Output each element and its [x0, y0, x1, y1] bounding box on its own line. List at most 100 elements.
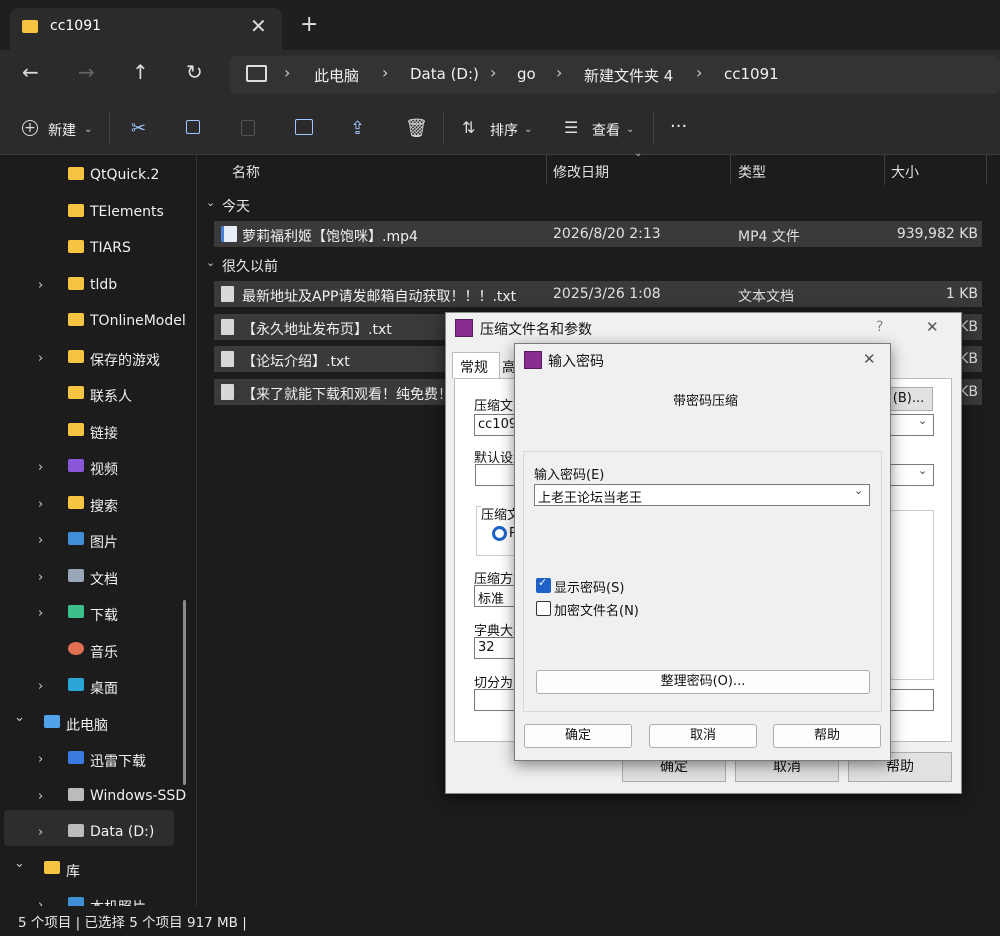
format-radio-selected[interactable]: [492, 526, 507, 541]
sidebar-item[interactable]: › 视频: [6, 451, 176, 485]
enter-password-label: 输入密码(E): [534, 468, 605, 483]
folder-icon: [22, 20, 38, 33]
sidebar-item[interactable]: 链接: [6, 415, 176, 449]
column-divider: [884, 155, 885, 185]
chevron-down-icon[interactable]: ⌄: [854, 484, 863, 497]
options-group: [890, 510, 934, 680]
rename-icon[interactable]: [295, 119, 313, 135]
chevron-right-icon[interactable]: ›: [38, 497, 43, 512]
chevron-right-icon[interactable]: ›: [38, 679, 43, 694]
encrypt-filenames-checkbox[interactable]: [536, 601, 551, 616]
column-header-date[interactable]: 修改日期: [553, 162, 609, 182]
chevron-right-icon[interactable]: ›: [38, 351, 43, 366]
password-field-stub[interactable]: [890, 689, 934, 711]
view-button[interactable]: 查看: [592, 120, 620, 140]
sidebar-item[interactable]: › 保存的游戏: [6, 342, 176, 376]
sidebar-item-label: TOnlineModel: [90, 313, 186, 329]
sidebar-scrollbar[interactable]: [183, 600, 186, 785]
delete-icon[interactable]: 🗑: [405, 118, 428, 139]
folder-icon: [68, 313, 84, 326]
organize-passwords-button[interactable]: 整理密码(O)...: [536, 670, 870, 694]
sidebar-item[interactable]: › Windows-SSD: [6, 780, 186, 814]
group-chevron-icon[interactable]: ⌄: [206, 256, 215, 269]
chevron-right-icon[interactable]: ›: [38, 570, 43, 585]
chevron-down-icon: ⌄: [626, 124, 635, 135]
sidebar-item[interactable]: › 迅雷下载: [6, 743, 176, 777]
chevron-right-icon[interactable]: ›: [38, 825, 43, 840]
folder-icon: [44, 860, 60, 874]
group-header-today: 今天: [222, 199, 250, 215]
sidebar-item[interactable]: › 图片: [6, 524, 176, 558]
sidebar-item-label: TIARS: [90, 240, 131, 256]
sort-button[interactable]: 排序: [490, 120, 518, 140]
folder-icon: [68, 386, 84, 399]
sidebar-item[interactable]: › Data (D:): [6, 816, 176, 850]
sidebar-item-label: Data (D:): [90, 824, 155, 840]
chevron-right-icon[interactable]: ›: [38, 789, 43, 804]
sidebar-item[interactable]: QtQuick.2: [6, 159, 176, 193]
help-icon[interactable]: ?: [876, 319, 883, 335]
video-icon: [68, 459, 84, 472]
sidebar-item[interactable]: 联系人: [6, 378, 176, 412]
cut-icon[interactable]: ✂: [131, 118, 146, 139]
close-icon[interactable]: ✕: [926, 318, 939, 336]
toolbar-divider: [109, 112, 110, 144]
chevron-right-icon[interactable]: ›: [38, 278, 43, 293]
chevron-right-icon[interactable]: ›: [38, 606, 43, 621]
status-text: 5 个项目 | 已选择 5 个项目 917 MB |: [18, 915, 247, 931]
password-help-button[interactable]: 帮助: [773, 724, 881, 748]
chevron-right-icon[interactable]: ›: [38, 533, 43, 548]
paste-icon[interactable]: [241, 120, 255, 136]
file-name: 【论坛介绍】.txt: [242, 354, 350, 370]
video-file-icon: [221, 226, 237, 242]
breadcrumb-cc1091[interactable]: cc1091: [724, 65, 779, 83]
breadcrumb-go[interactable]: go: [517, 65, 536, 83]
share-icon[interactable]: ⇪: [350, 118, 365, 139]
column-header-type[interactable]: 类型: [738, 162, 766, 182]
close-tab-icon[interactable]: ✕: [250, 14, 267, 38]
sidebar-item[interactable]: TOnlineModel: [6, 305, 186, 339]
forward-arrow-icon[interactable]: →: [78, 60, 95, 84]
file-name: 萝莉福利姬【饱饱咪】.mp4: [242, 229, 418, 245]
sidebar-item[interactable]: TIARS: [6, 232, 176, 266]
chevron-down-icon: ⌄: [918, 414, 928, 427]
close-icon[interactable]: ✕: [863, 350, 876, 368]
chevron-down-icon[interactable]: ⌄: [14, 710, 25, 725]
column-header-name[interactable]: 名称: [232, 162, 260, 182]
breadcrumb-this-pc[interactable]: 此电脑: [314, 65, 359, 86]
sidebar-item[interactable]: › tldb: [6, 269, 176, 303]
view-icon: ☰: [564, 118, 579, 137]
sidebar-item[interactable]: ⌄ 此电脑: [6, 707, 176, 741]
column-header-size[interactable]: 大小: [891, 162, 919, 182]
sidebar-item[interactable]: TElements: [6, 196, 176, 230]
sidebar-item-label: 联系人: [90, 389, 132, 405]
sidebar-item[interactable]: ⌄ 库: [6, 853, 176, 887]
breadcrumb-separator: ›: [284, 63, 291, 82]
refresh-icon[interactable]: ↻: [186, 60, 203, 84]
more-options-icon[interactable]: ···: [670, 116, 687, 137]
copy-icon[interactable]: [186, 120, 200, 134]
new-tab-icon[interactable]: +: [300, 12, 318, 37]
back-arrow-icon[interactable]: ←: [22, 60, 39, 84]
chevron-down-icon[interactable]: ⌄: [14, 856, 25, 871]
sidebar-item[interactable]: › 桌面: [6, 670, 176, 704]
group-chevron-icon[interactable]: ⌄: [206, 196, 215, 209]
folder-icon: [68, 203, 84, 217]
breadcrumb-new-folder-4[interactable]: 新建文件夹 4: [584, 65, 673, 86]
winrar-icon: [455, 319, 473, 337]
new-button[interactable]: 新建: [48, 120, 76, 140]
sidebar-item[interactable]: › 文档: [6, 561, 176, 595]
drive-icon: [68, 824, 84, 837]
password-ok-button[interactable]: 确定: [524, 724, 632, 748]
file-size: 939,982 KB: [896, 226, 978, 242]
sidebar-item-label: 音乐: [90, 644, 118, 661]
browse-button[interactable]: (B)...: [884, 387, 933, 411]
sidebar-item[interactable]: 音乐: [6, 634, 176, 668]
password-cancel-button[interactable]: 取消: [649, 724, 757, 748]
chevron-right-icon[interactable]: ›: [38, 752, 43, 767]
sidebar-item[interactable]: › 搜索: [6, 488, 176, 522]
up-arrow-icon[interactable]: ↑: [132, 60, 149, 84]
sidebar-item[interactable]: › 下载: [6, 597, 176, 631]
breadcrumb-data-d[interactable]: Data (D:): [410, 65, 479, 83]
chevron-right-icon[interactable]: ›: [38, 460, 43, 475]
